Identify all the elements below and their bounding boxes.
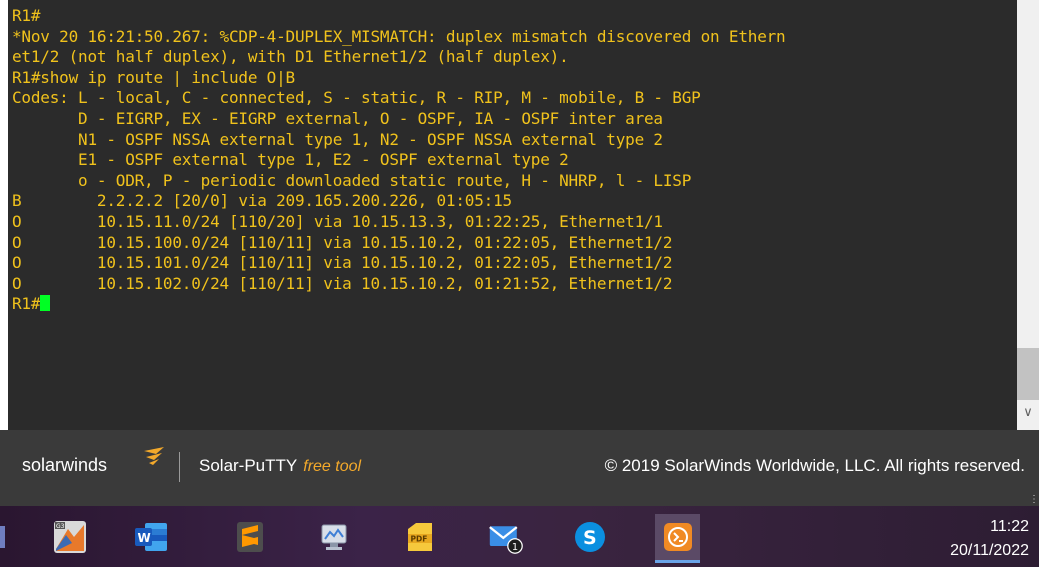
skype-icon[interactable]: S: [572, 519, 608, 555]
pdf-icon[interactable]: PDF: [402, 519, 438, 555]
monitor-icon[interactable]: [316, 519, 352, 555]
terminal-line: o - ODR, P - periodic downloaded static …: [12, 170, 692, 190]
terminal-prompt-line[interactable]: R1#: [12, 294, 786, 315]
resize-grip-icon[interactable]: ⋮: [1029, 494, 1039, 505]
text-cursor: [40, 295, 51, 312]
sublime-text-icon[interactable]: [232, 519, 268, 555]
svg-text:PDF: PDF: [411, 535, 428, 544]
terminal-line: O 10.15.101.0/24 [110/11] via 10.15.10.2…: [12, 253, 673, 273]
solarwinds-logo-icon: [144, 447, 164, 465]
solar-putty-icon[interactable]: [655, 514, 700, 563]
svg-text:S: S: [583, 527, 597, 549]
terminal-line: *Nov 20 16:21:50.267: %CDP-4-DUPLEX_MISM…: [12, 26, 786, 46]
svg-text:G3: G3: [56, 523, 65, 530]
clock-time: 11:22: [990, 518, 1029, 535]
system-clock[interactable]: 11:22 20/11/2022: [950, 515, 1029, 563]
mail-icon[interactable]: 1: [488, 519, 524, 555]
word-icon[interactable]: W: [133, 519, 169, 555]
scroll-down-arrow-icon[interactable]: ∨: [1017, 402, 1039, 422]
gns3-icon[interactable]: G3: [52, 519, 88, 555]
terminal-prompt: R1#: [12, 294, 41, 314]
terminal-line: O 10.15.102.0/24 [110/11] via 10.15.10.2…: [12, 273, 673, 293]
clock-date: 20/11/2022: [950, 542, 1029, 559]
terminal-line: D - EIGRP, EX - EIGRP external, O - OSPF…: [12, 108, 663, 128]
terminal-line: O 10.15.100.0/24 [110/11] via 10.15.10.2…: [12, 232, 673, 252]
taskbar-edge: [0, 526, 5, 548]
product-label: Solar-PuTTY: [199, 456, 298, 475]
solar-putty-footer: solarwinds Solar-PuTTY free tool © 2019 S…: [0, 430, 1039, 506]
terminal-window[interactable]: R1# *Nov 20 16:21:50.267: %CDP-4-DUPLEX_M…: [8, 0, 1017, 430]
windows-taskbar: G3 W PDF 1 S 11:22 20/11/2022: [0, 506, 1039, 567]
scrollbar-thumb[interactable]: [1017, 348, 1039, 400]
free-tool-label: free tool: [303, 458, 362, 475]
terminal-line: O 10.15.11.0/24 [110/20] via 10.15.13.3,…: [12, 211, 663, 231]
product-name: Solar-PuTTY free tool: [199, 456, 361, 476]
mail-badge: 1: [512, 542, 518, 553]
terminal-line: et1/2 (not half duplex), with D1 Etherne…: [12, 47, 569, 67]
terminal-line: Codes: L - local, C - connected, S - sta…: [12, 88, 701, 108]
svg-text:W: W: [138, 531, 151, 545]
footer-divider: [179, 452, 180, 482]
solarwinds-logo-text: solarwinds: [22, 455, 108, 475]
terminal-line: R1#show ip route | include O|B: [12, 67, 295, 87]
terminal-line: N1 - OSPF NSSA external type 1, N2 - OSP…: [12, 129, 663, 149]
terminal-line: B 2.2.2.2 [20/0] via 209.165.200.226, 01…: [12, 191, 512, 211]
terminal-line: R1#: [12, 6, 41, 25]
terminal-output: R1# *Nov 20 16:21:50.267: %CDP-4-DUPLEX_M…: [12, 6, 786, 315]
copyright-text: © 2019 SolarWinds Worldwide, LLC. All ri…: [604, 456, 1025, 475]
terminal-line: E1 - OSPF external type 1, E2 - OSPF ext…: [12, 150, 569, 170]
